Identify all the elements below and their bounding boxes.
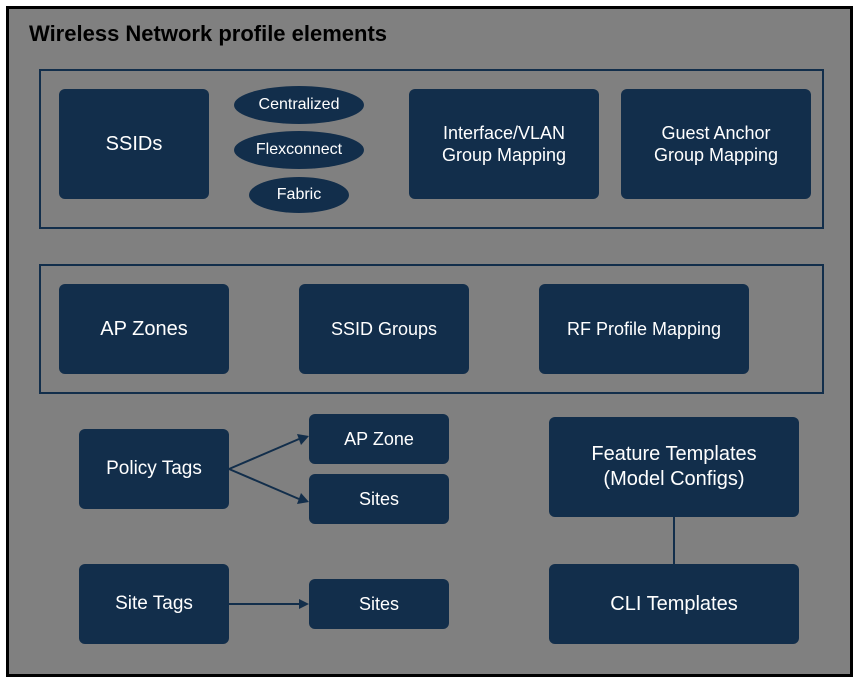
- box-guest-anchor: Guest Anchor Group Mapping: [621, 89, 811, 199]
- pill-centralized: Centralized: [234, 86, 364, 124]
- arrow-sitetags-to-sites: [229, 594, 309, 614]
- box-cli-templates: CLI Templates: [549, 564, 799, 644]
- box-ap-zones: AP Zones: [59, 284, 229, 374]
- box-ap-zone: AP Zone: [309, 414, 449, 464]
- diagram-outer-frame: Wireless Network profile elements SSIDs …: [6, 6, 853, 677]
- arrow-policy-to-sites: [229, 464, 309, 524]
- line-feature-to-cli: [669, 517, 679, 564]
- pill-fabric: Fabric: [249, 177, 349, 213]
- diagram-title: Wireless Network profile elements: [29, 21, 387, 47]
- box-sites-site: Sites: [309, 579, 449, 629]
- pill-flexconnect: Flexconnect: [234, 131, 364, 169]
- box-ssid-groups: SSID Groups: [299, 284, 469, 374]
- box-site-tags: Site Tags: [79, 564, 229, 644]
- box-rf-profile-mapping: RF Profile Mapping: [539, 284, 749, 374]
- box-feature-templates: Feature Templates (Model Configs): [549, 417, 799, 517]
- box-interface-vlan: Interface/VLAN Group Mapping: [409, 89, 599, 199]
- box-policy-tags: Policy Tags: [79, 429, 229, 509]
- box-ssids: SSIDs: [59, 89, 209, 199]
- box-sites-policy: Sites: [309, 474, 449, 524]
- arrow-policy-to-apzone: [229, 414, 309, 474]
